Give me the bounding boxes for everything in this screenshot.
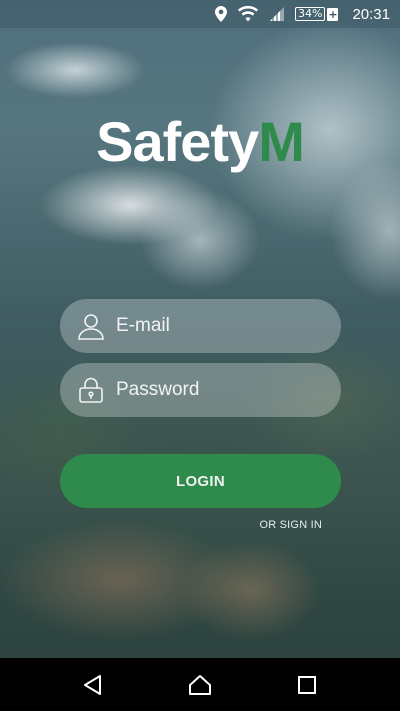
sign-in-link[interactable]: OR SIGN IN (259, 519, 322, 531)
status-bar: 34% + 20:31 (0, 0, 400, 28)
app-logo: SafetyM (0, 110, 400, 174)
battery-percent: 34% (295, 7, 326, 21)
logo-main-text: Safety (96, 110, 259, 173)
status-time: 20:31 (352, 5, 390, 23)
navigation-bar (0, 658, 400, 711)
battery-charging-indicator: + (327, 7, 339, 21)
background-image (0, 0, 400, 711)
password-field[interactable] (60, 363, 341, 417)
user-icon (76, 311, 106, 341)
login-button[interactable]: LOGIN (60, 454, 341, 508)
signal-icon (269, 6, 285, 22)
home-icon[interactable] (180, 665, 220, 705)
login-screen: 34% + 20:31 SafetyM LOGIN (0, 0, 400, 711)
email-field[interactable] (60, 299, 341, 353)
back-icon[interactable] (73, 665, 113, 705)
battery-icon: 34% + (295, 7, 339, 21)
email-input[interactable] (114, 314, 318, 338)
recents-icon[interactable] (287, 665, 327, 705)
logo-accent-text: M (258, 110, 305, 173)
lock-icon (76, 375, 106, 405)
location-icon (215, 6, 227, 22)
wifi-icon (237, 6, 259, 22)
password-input[interactable] (114, 378, 318, 402)
